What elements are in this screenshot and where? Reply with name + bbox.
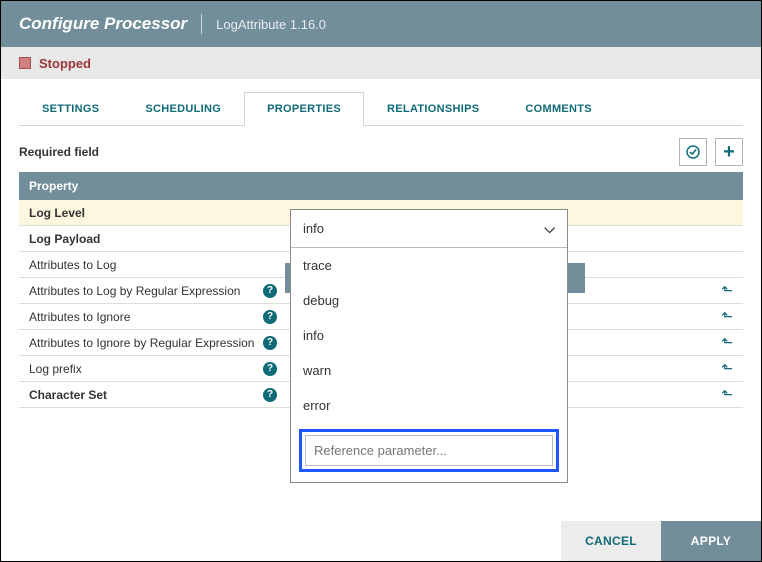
tab-relationships[interactable]: RELATIONSHIPS [364, 92, 502, 126]
property-name-cell: Character Set? [19, 388, 287, 402]
tab-scheduling[interactable]: SCHEDULING [122, 92, 244, 126]
dropdown-option[interactable]: debug [291, 283, 567, 318]
tab-comments[interactable]: COMMENTS [502, 92, 615, 126]
help-icon[interactable]: ? [263, 336, 277, 350]
property-name-cell: Log Payload [19, 232, 287, 246]
dropdown-selected[interactable]: info ⌵ [291, 210, 567, 248]
tab-settings[interactable]: SETTINGS [19, 92, 122, 126]
property-name-cell: Log prefix? [19, 362, 287, 376]
reference-arrow-icon[interactable]: ⬑ [721, 282, 733, 299]
property-column-header: Property [19, 172, 743, 200]
reference-arrow-icon[interactable]: ⬑ [721, 360, 733, 377]
property-name: Log Level [29, 206, 85, 220]
reference-parameter-highlight [299, 429, 559, 472]
property-name: Attributes to Ignore [29, 310, 130, 324]
help-icon[interactable]: ? [263, 310, 277, 324]
reference-parameter-input[interactable] [305, 435, 553, 466]
check-circle-icon [685, 144, 701, 160]
property-name-cell: Attributes to Ignore by Regular Expressi… [19, 336, 287, 350]
status-bar: Stopped [1, 47, 761, 79]
property-name-cell: Log Level [19, 206, 287, 220]
property-name-cell: Attributes to Log by Regular Expression? [19, 284, 287, 298]
dropdown-option[interactable]: info [291, 318, 567, 353]
plus-icon: + [723, 142, 735, 162]
reference-arrow-icon[interactable]: ⬑ [721, 308, 733, 325]
dialog-subtitle: LogAttribute 1.16.0 [216, 17, 326, 32]
reference-arrow-icon[interactable]: ⬑ [721, 386, 733, 403]
dropdown-option[interactable]: error [291, 388, 567, 423]
property-name: Log Payload [29, 232, 100, 246]
dropdown-option[interactable]: trace [291, 248, 567, 283]
dropdown-option[interactable]: warn [291, 353, 567, 388]
log-level-dropdown[interactable]: info ⌵ tracedebuginfowarnerror [290, 209, 568, 483]
property-name: Attributes to Ignore by Regular Expressi… [29, 336, 254, 350]
tab-properties[interactable]: PROPERTIES [244, 92, 364, 126]
required-field-label: Required field [19, 145, 671, 159]
verify-button[interactable] [679, 138, 707, 166]
dropdown-selected-label: info [303, 221, 324, 236]
add-property-button[interactable]: + [715, 138, 743, 166]
status-label: Stopped [39, 56, 91, 71]
cancel-button[interactable]: CANCEL [561, 521, 661, 561]
dialog-title: Configure Processor [19, 14, 202, 34]
tab-bar: SETTINGS SCHEDULING PROPERTIES RELATIONS… [19, 91, 743, 126]
help-icon[interactable]: ? [263, 388, 277, 402]
dialog-header: Configure Processor LogAttribute 1.16.0 [1, 1, 761, 47]
stopped-icon [19, 57, 31, 69]
property-name: Character Set [29, 388, 107, 402]
property-name-cell: Attributes to Ignore? [19, 310, 287, 324]
property-name-cell: Attributes to Log [19, 258, 287, 272]
property-name: Log prefix [29, 362, 82, 376]
property-name: Attributes to Log by Regular Expression [29, 284, 240, 298]
help-icon[interactable]: ? [263, 284, 277, 298]
dialog-footer: CANCEL APPLY [1, 521, 761, 561]
reference-arrow-icon[interactable]: ⬑ [721, 334, 733, 351]
help-icon[interactable]: ? [263, 362, 277, 376]
chevron-down-icon: ⌵ [544, 220, 555, 237]
property-name: Attributes to Log [29, 258, 116, 272]
apply-button[interactable]: APPLY [661, 521, 761, 561]
